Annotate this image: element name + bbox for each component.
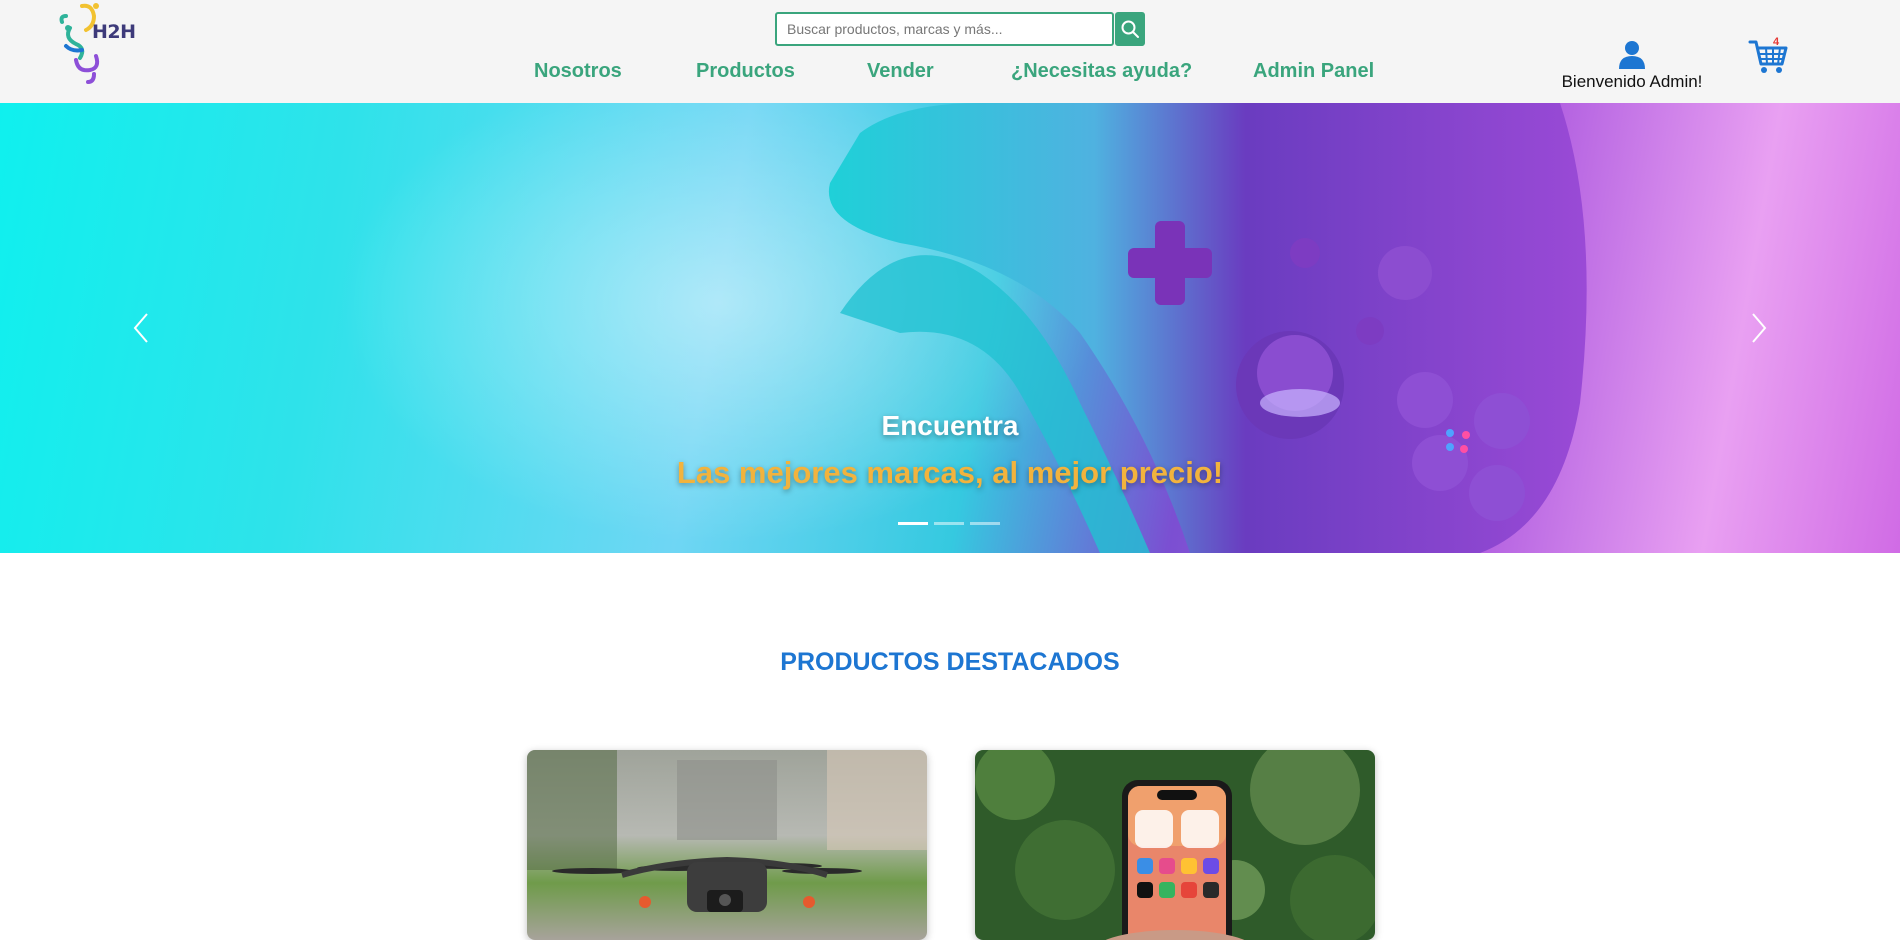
search-bar xyxy=(775,12,1145,46)
cart-count-badge: 4 xyxy=(1773,36,1780,48)
hero-title: Encuentra xyxy=(881,410,1019,441)
carousel-prev-button[interactable] xyxy=(126,308,156,348)
carousel-indicator-1[interactable] xyxy=(898,522,928,525)
search-input[interactable] xyxy=(775,12,1114,46)
carousel-indicators xyxy=(898,522,1000,525)
cart-button[interactable] xyxy=(1748,36,1790,76)
cart-icon xyxy=(1748,40,1788,73)
chevron-right-icon xyxy=(1752,313,1767,343)
featured-section-title: PRODUCTOS DESTACADOS xyxy=(780,648,1120,676)
nav-item-nosotros[interactable]: Nosotros xyxy=(534,60,622,83)
logo-text: H2H xyxy=(92,21,136,43)
product-card-smartphone[interactable] xyxy=(975,750,1375,940)
carousel-indicator-2[interactable] xyxy=(934,522,964,525)
user-account[interactable]: Bienvenido Admin! xyxy=(1560,38,1704,92)
nav-item-productos[interactable]: Productos xyxy=(696,60,795,83)
carousel-indicator-3[interactable] xyxy=(970,522,1000,525)
smartphone-image xyxy=(975,750,1375,940)
site-header: H2H Nosotros Productos Vender ¿Necesitas… xyxy=(0,0,1900,104)
search-button[interactable] xyxy=(1115,12,1145,46)
logo-icon xyxy=(59,3,100,84)
nav-item-admin-panel[interactable]: Admin Panel xyxy=(1253,60,1374,83)
product-card-drone[interactable] xyxy=(527,750,927,940)
brand-logo[interactable] xyxy=(56,0,136,86)
nav-item-vender[interactable]: Vender xyxy=(867,60,934,83)
carousel-next-button[interactable] xyxy=(1744,308,1774,348)
user-icon xyxy=(1619,41,1645,69)
nav-item-ayuda[interactable]: ¿Necesitas ayuda? xyxy=(1011,60,1192,83)
search-icon xyxy=(1121,20,1139,38)
hero-carousel: Encuentra Las mejores marcas, al mejor p… xyxy=(0,103,1900,553)
chevron-left-icon xyxy=(133,313,148,343)
user-greeting: Bienvenido Admin! xyxy=(1561,72,1703,91)
hero-subtitle: Las mejores marcas, al mejor precio! xyxy=(676,455,1224,490)
drone-image xyxy=(527,750,927,940)
